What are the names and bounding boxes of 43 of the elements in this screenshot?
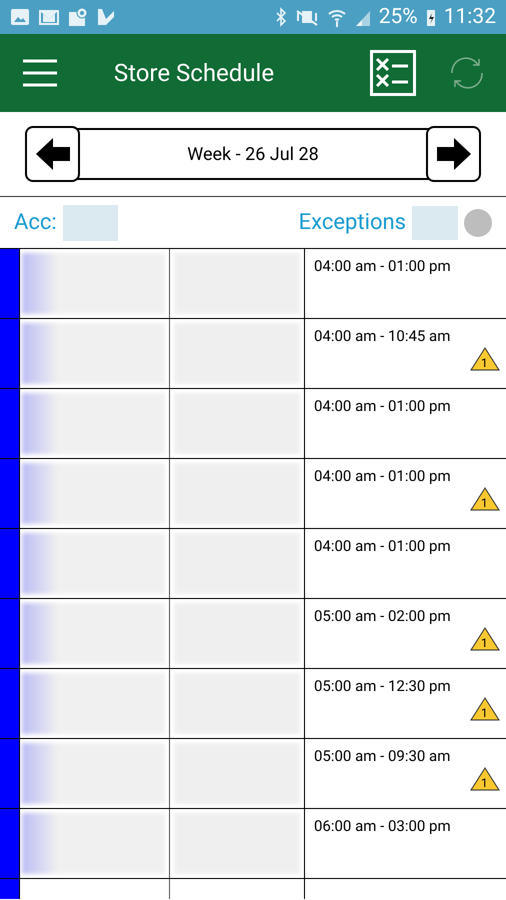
- shift-time: 04:00 am - 01:00 pm: [314, 467, 451, 485]
- wifi-icon: [326, 7, 347, 27]
- shift-time: 05:00 am - 12:30 pm: [314, 677, 451, 695]
- toggle-switch[interactable]: [464, 208, 492, 236]
- shift-time: 05:00 am - 09:30 am: [314, 747, 450, 765]
- screen-title: Store Schedule: [112, 59, 276, 87]
- shift-time: 06:00 am - 03:00 pm: [314, 817, 451, 835]
- mail-icon: [38, 7, 60, 27]
- row-marker: [0, 529, 19, 598]
- shift-time: 04:00 am - 01:00 pm: [314, 257, 451, 275]
- battery-icon: [426, 7, 436, 27]
- account-label: Acc:: [14, 210, 57, 235]
- shift-time: 05:00 am - 02:00 pm: [314, 607, 451, 625]
- shift-time: 04:00 am - 01:00 pm: [314, 397, 451, 415]
- checklist-icon[interactable]: [370, 50, 416, 96]
- blurred-field: [412, 206, 458, 240]
- row-marker: [0, 319, 19, 388]
- left-arrow-icon: [34, 136, 70, 172]
- row-marker: [0, 459, 19, 528]
- row-marker: [0, 249, 19, 318]
- warning-badge: 1: [470, 486, 500, 512]
- blurred-field: [62, 204, 118, 240]
- right-arrow-icon: [436, 136, 472, 172]
- warning-badge: 1: [470, 696, 500, 722]
- battery-percent: 25%: [378, 5, 418, 29]
- row-marker: [0, 389, 19, 458]
- warning-badge: 1: [470, 626, 500, 652]
- row-marker: [0, 599, 19, 668]
- check-flag-icon: [96, 7, 116, 27]
- menu-icon[interactable]: [22, 58, 58, 88]
- shift-time: 04:00 am - 01:00 pm: [314, 537, 451, 555]
- shift-time: 04:00 am - 10:45 am: [314, 327, 450, 345]
- image-icon: [10, 7, 30, 27]
- warning-badge: 1: [470, 766, 500, 792]
- week-label: Week - 26 Jul 28: [186, 144, 320, 164]
- clock-time: 11:32: [444, 5, 496, 29]
- warning-badge: 1: [470, 346, 500, 372]
- row-marker: [0, 669, 19, 738]
- next-week-button[interactable]: [426, 126, 481, 182]
- row-marker: [0, 739, 19, 808]
- bluetooth-icon: [274, 7, 287, 27]
- previous-week-button[interactable]: [25, 126, 80, 182]
- exceptions-label: Exceptions: [298, 210, 406, 235]
